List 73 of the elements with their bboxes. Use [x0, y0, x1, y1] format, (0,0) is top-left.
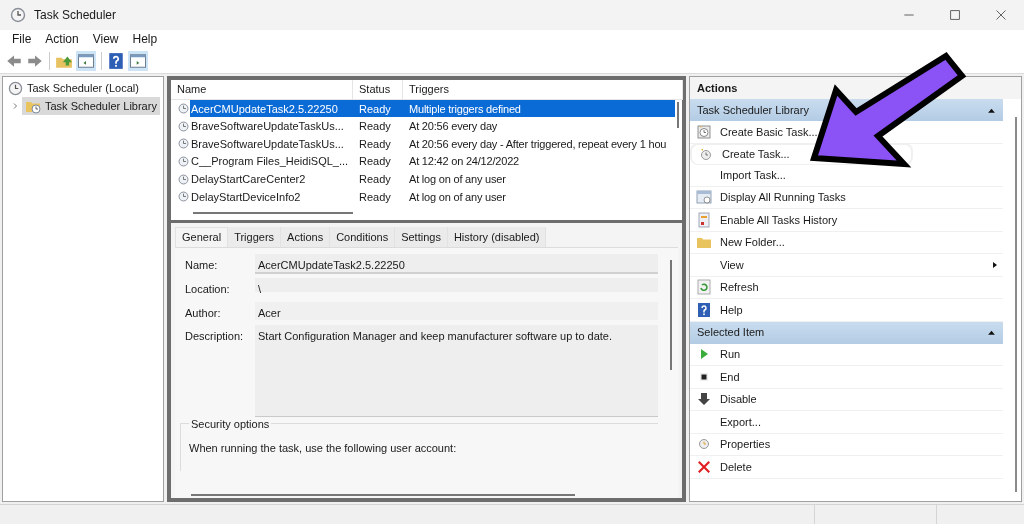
tab[interactable]: Triggers	[228, 227, 282, 247]
clock-icon	[177, 155, 190, 169]
command-item[interactable]: Delete	[690, 456, 1003, 479]
command-item[interactable]: End	[690, 366, 1003, 389]
security-text: When running the task, use the following user account:	[189, 440, 458, 456]
clock-icon	[10, 7, 26, 23]
task-row[interactable]: BraveSoftwareUpdateTaskUs... Ready At 20:56 every day	[190, 117, 675, 135]
help-icon[interactable]	[107, 51, 125, 70]
clock-icon	[177, 119, 190, 133]
task-row[interactable]: C__Program Files_HeidiSQL_... Ready At 12:42 on 24/12/2022	[190, 153, 675, 171]
horizontal-scrollbar[interactable]	[191, 494, 575, 496]
document-icon	[696, 211, 712, 228]
command-item[interactable]: Refresh	[690, 276, 1003, 299]
command-item[interactable]: View	[690, 254, 1003, 277]
task-row[interactable]: DelayStartDeviceInfo2 Ready At log on of any user	[190, 188, 675, 206]
down-arrow-icon	[696, 391, 712, 408]
tab[interactable]: Settings	[395, 227, 448, 247]
command-item[interactable]: Run	[690, 343, 1003, 366]
section-title: Task Scheduler Library	[697, 102, 809, 118]
tab[interactable]: History (disabled)	[447, 227, 547, 247]
window-title: Task Scheduler	[34, 7, 117, 24]
field-value[interactable]: AcerCMUpdateTask2.5.22250	[255, 254, 658, 274]
vertical-scrollbar[interactable]	[670, 260, 672, 370]
menu-item[interactable]: View	[92, 30, 119, 48]
expand-chevron-icon[interactable]	[11, 102, 19, 110]
section-header[interactable]: Selected Item	[690, 321, 1003, 344]
tree-item[interactable]: Task Scheduler Library	[22, 97, 160, 115]
clock-icon	[177, 102, 190, 116]
delete-icon	[696, 458, 712, 475]
horizontal-scrollbar[interactable]	[193, 212, 353, 214]
field-value[interactable]: Acer	[255, 301, 658, 320]
command-item[interactable]: Properties	[690, 433, 1003, 456]
clock-icon	[177, 190, 190, 204]
menu-item[interactable]: Action	[45, 30, 79, 48]
tab[interactable]: General	[175, 227, 229, 247]
column-header[interactable]: Status	[353, 79, 403, 100]
command-item[interactable]: Enable All Tasks History	[690, 209, 1003, 232]
tree-item[interactable]: Task Scheduler (Local)	[27, 80, 139, 97]
window-clock-icon	[696, 189, 712, 206]
submenu-arrow-icon	[991, 260, 999, 269]
field-label: Location:	[185, 282, 231, 297]
task-row[interactable]: AcerCMUpdateTask2.5.22250 Ready Multiple triggers defined	[190, 100, 675, 118]
clock-icon	[8, 81, 23, 96]
collapse-caret-icon[interactable]	[987, 328, 996, 337]
task-row[interactable]: BraveSoftwareUpdateTaskUs... Ready At 20:56 every day - After triggered, repeat every 1 hou	[190, 135, 675, 153]
clock-wizard-icon	[696, 123, 712, 140]
refresh-icon	[696, 279, 712, 296]
column-header[interactable]: Name	[171, 79, 353, 100]
command-item[interactable]: Export...	[690, 411, 1003, 434]
field-label: Author:	[185, 305, 222, 321]
help-icon	[696, 301, 712, 318]
menu-item[interactable]: File	[12, 30, 32, 48]
clock-icon	[698, 146, 714, 163]
command-item[interactable]: Display All Running Tasks	[690, 186, 1003, 209]
vertical-scrollbar[interactable]	[677, 102, 679, 128]
task-row[interactable]: DelayStartCareCenter2 Ready At log on of any user	[190, 170, 675, 188]
panel-icon[interactable]	[76, 50, 96, 71]
tab[interactable]: Actions	[281, 227, 331, 247]
field-value[interactable]: \	[255, 278, 658, 292]
clock-icon	[177, 172, 190, 186]
field-value[interactable]: Start Configuration Manager and keep manufacturer software up to date.	[255, 325, 658, 417]
command-item[interactable]: New Folder...	[690, 231, 1003, 254]
command-item[interactable]: Disable	[690, 388, 1003, 411]
field-label: Name:	[185, 258, 219, 273]
tab[interactable]: Conditions	[330, 227, 396, 247]
vertical-scrollbar[interactable]	[1015, 117, 1017, 492]
command-item[interactable]: Help	[690, 299, 1003, 322]
panel-icon[interactable]	[128, 50, 148, 71]
clock-icon	[177, 137, 190, 151]
column-header[interactable]: Triggers	[403, 79, 683, 100]
field-label: Description:	[185, 329, 245, 344]
menu-item[interactable]: Help	[132, 30, 158, 48]
section-title: Selected Item	[697, 325, 765, 341]
